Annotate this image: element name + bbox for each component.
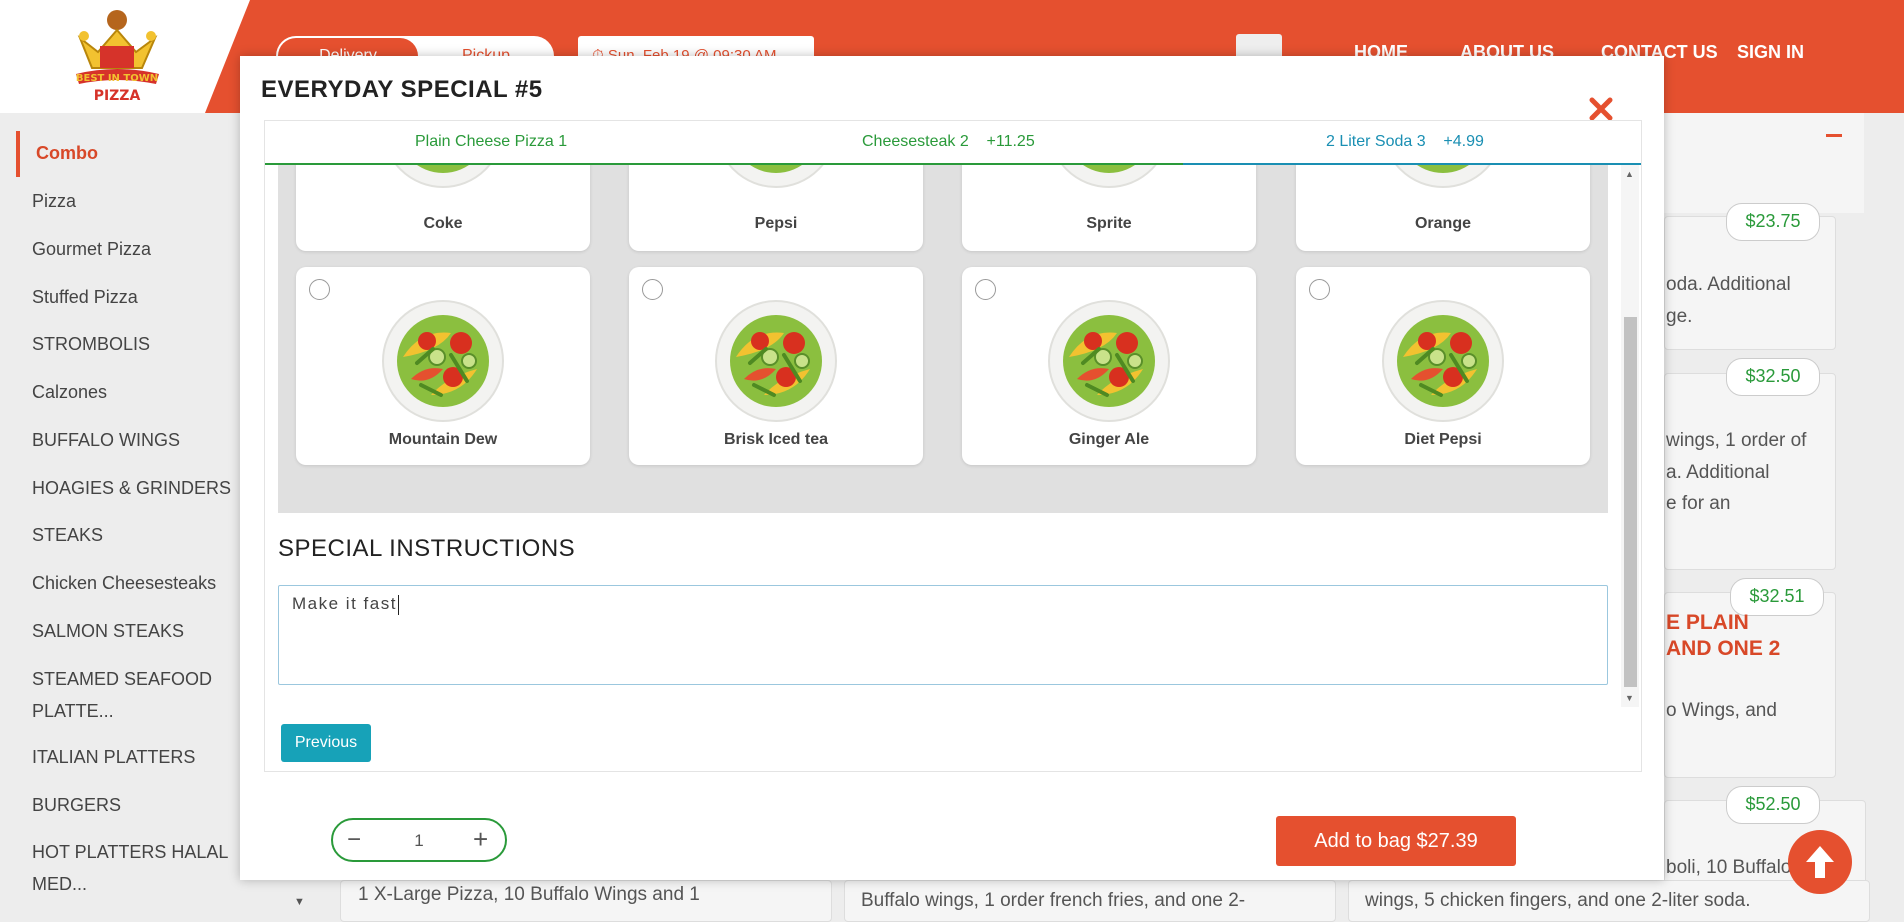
options-wizard: Plain Cheese Pizza 1 Cheesesteak 2 +11.2… — [264, 120, 1642, 772]
drink-option-card[interactable]: Diet Pepsi — [1296, 267, 1590, 465]
drink-name: Mountain Dew — [388, 431, 498, 448]
text-caret — [397, 594, 399, 615]
menu-desc: wings, 1 order of — [1666, 430, 1807, 451]
step-label: 2 Liter Soda 3 — [1326, 133, 1426, 150]
increment-icon[interactable]: + — [473, 824, 488, 855]
best-in-town-pizza-logo[interactable]: BEST IN TOWN PIZZA — [70, 8, 165, 104]
sidebar-item-italian-platters[interactable]: ITALIAN PLATTERS — [32, 741, 252, 773]
sidebar-item-hoagies-grinders[interactable]: HOAGIES & GRINDERS — [32, 472, 252, 504]
background-panel — [1664, 113, 1864, 213]
sidebar-item-pizza[interactable]: Pizza — [32, 185, 252, 217]
salad-image — [381, 165, 505, 189]
sidebar-scroll-down-icon[interactable]: ▼ — [294, 896, 305, 908]
drink-name: Orange — [1414, 215, 1471, 232]
drink-option-card[interactable]: Sprite — [962, 165, 1256, 251]
step-3[interactable]: 2 Liter Soda 3 +4.99 — [1326, 133, 1484, 151]
sidebar-item-combo[interactable]: Combo — [36, 137, 256, 169]
drink-options-grid: Coke Pepsi Sprite Orange Mountain Dew Br… — [278, 165, 1608, 513]
sidebar-item-hot-platters[interactable]: HOT PLATTERS HALAL MED... — [32, 836, 242, 900]
step-price: +4.99 — [1443, 133, 1484, 150]
sidebar-item-buffalo-wings[interactable]: BUFFALO WINGS — [32, 424, 252, 456]
arrow-up-icon — [1806, 846, 1834, 878]
scroll-to-top-button[interactable] — [1788, 830, 1852, 894]
salad-image — [1047, 299, 1171, 423]
svg-text:PIZZA: PIZZA — [94, 88, 141, 104]
price-badge: $23.75 — [1726, 203, 1820, 241]
quantity-stepper[interactable]: − 1 + — [331, 818, 507, 862]
drink-name: Brisk Iced tea — [723, 431, 829, 448]
drink-name: Diet Pepsi — [1404, 431, 1482, 448]
step-label: Plain Cheese Pizza 1 — [415, 133, 568, 150]
drink-radio[interactable] — [1309, 279, 1330, 300]
modal-title: EVERYDAY SPECIAL #5 — [261, 76, 543, 103]
special-instructions-value: Make it fast — [292, 594, 397, 613]
salad-image — [1381, 165, 1505, 189]
menu-desc: boli, 10 Buffalo — [1666, 857, 1792, 878]
step-label: Cheesesteak 2 — [862, 133, 969, 150]
drink-name: Sprite — [1086, 215, 1132, 232]
menu-desc: wings, 5 chicken fingers, and one 2-lite… — [1365, 890, 1751, 911]
scroll-up-icon[interactable]: ▲ — [1625, 169, 1634, 179]
modal-scrollbar[interactable]: ▲ ▼ — [1621, 165, 1639, 707]
menu-desc: 1 X-Large Pizza, 10 Buffalo Wings and 1 — [358, 884, 700, 905]
drink-radio[interactable] — [975, 279, 996, 300]
drink-option-card[interactable]: Orange — [1296, 165, 1590, 251]
step-1[interactable]: Plain Cheese Pizza 1 — [415, 133, 567, 151]
menu-desc: e for an — [1666, 493, 1731, 514]
sidebar-item-burgers[interactable]: BURGERS — [32, 789, 252, 821]
salad-image — [1047, 165, 1171, 189]
salad-image — [714, 165, 838, 189]
special-instructions-textarea[interactable]: Make it fast — [278, 585, 1608, 685]
svg-text:BEST IN TOWN: BEST IN TOWN — [76, 73, 158, 84]
menu-desc: Buffalo wings, 1 order french fries, and… — [861, 890, 1246, 911]
scrollbar-thumb[interactable] — [1624, 317, 1637, 687]
drink-name: Pepsi — [754, 215, 798, 232]
drink-option-card[interactable]: Ginger Ale — [962, 267, 1256, 465]
sidebar-item-steaks[interactable]: STEAKS — [32, 519, 252, 551]
previous-button[interactable]: Previous — [281, 724, 371, 762]
sidebar-item-steamed-seafood[interactable]: STEAMED SEAFOOD PLATTE... — [32, 663, 242, 727]
drink-radio[interactable] — [309, 279, 330, 300]
sidebar-item-stuffed-pizza[interactable]: Stuffed Pizza — [32, 281, 252, 313]
decrement-icon[interactable]: − — [347, 826, 361, 854]
drink-option-card[interactable]: Coke — [296, 165, 590, 251]
active-category-indicator — [16, 131, 20, 177]
product-options-modal: EVERYDAY SPECIAL #5 Plain Cheese Pizza 1… — [240, 56, 1664, 880]
special-instructions-title: SPECIAL INSTRUCTIONS — [278, 535, 576, 562]
drink-name: Ginger Ale — [1068, 431, 1150, 448]
sidebar-item-chicken-cheesesteaks[interactable]: Chicken Cheesesteaks — [32, 567, 252, 599]
sidebar-item-strombolis[interactable]: STROMBOLIS — [32, 328, 252, 360]
menu-title: AND ONE 2 — [1666, 637, 1781, 660]
drink-option-card[interactable]: Brisk Iced tea — [629, 267, 923, 465]
step-2[interactable]: Cheesesteak 2 +11.25 — [862, 133, 1035, 151]
drink-radio[interactable] — [642, 279, 663, 300]
quantity-value[interactable]: 1 — [407, 831, 431, 851]
step-price: +11.25 — [986, 133, 1035, 150]
drink-option-card[interactable]: Pepsi — [629, 165, 923, 251]
options-scroll-area[interactable]: Coke Pepsi Sprite Orange Mountain Dew Br… — [265, 165, 1641, 707]
sidebar-item-calzones[interactable]: Calzones — [32, 376, 252, 408]
close-icon[interactable] — [1587, 95, 1615, 123]
menu-desc: o Wings, and — [1666, 700, 1777, 721]
collapse-icon[interactable] — [1826, 134, 1842, 137]
salad-image — [381, 299, 505, 423]
price-badge: $52.50 — [1726, 786, 1820, 824]
menu-title: E PLAIN — [1666, 611, 1749, 634]
salad-image — [1381, 299, 1505, 423]
step-progress-bar: Plain Cheese Pizza 1 Cheesesteak 2 +11.2… — [265, 121, 1641, 165]
menu-desc: ge. — [1666, 306, 1693, 327]
nav-sign-in[interactable]: SIGN IN — [1737, 42, 1804, 63]
scroll-down-icon[interactable]: ▼ — [1625, 693, 1634, 703]
salad-image — [714, 299, 838, 423]
add-to-bag-button[interactable]: Add to bag $27.39 — [1276, 816, 1516, 866]
price-badge: $32.50 — [1726, 358, 1820, 396]
drink-option-card[interactable]: Mountain Dew — [296, 267, 590, 465]
menu-desc: oda. Additional — [1666, 274, 1791, 295]
drink-name: Coke — [423, 215, 463, 232]
sidebar-item-salmon-steaks[interactable]: SALMON STEAKS — [32, 615, 252, 647]
sidebar-item-gourmet-pizza[interactable]: Gourmet Pizza — [32, 233, 252, 265]
menu-desc: a. Additional — [1666, 462, 1770, 483]
